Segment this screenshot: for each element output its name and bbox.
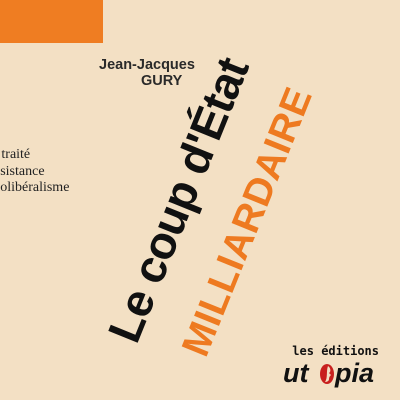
author-last-name: GURY xyxy=(141,73,183,89)
subtitle-line-1: t traité xyxy=(0,147,31,162)
book-cover: Jean-Jacques GURY t traité ésistance éol… xyxy=(0,0,400,400)
publisher-wordmark: ut pia xyxy=(283,359,379,389)
orange-accent-block xyxy=(0,0,103,43)
publisher-wordmark-right: pia xyxy=(335,358,375,388)
red-face-profile-icon xyxy=(320,364,334,384)
author-name: Jean-Jacques GURY xyxy=(99,57,195,89)
subtitle-line-2: ésistance xyxy=(0,163,45,179)
publisher-label: les éditions xyxy=(292,344,379,358)
subtitle-block: t traité ésistance éolibéralisme xyxy=(0,147,69,197)
subtitle-line-3: éolibéralisme xyxy=(0,180,70,195)
publisher-wordmark-left: ut xyxy=(283,358,309,388)
publisher-logo: les éditions ut pia xyxy=(283,345,379,390)
author-first-name: Jean-Jacques xyxy=(99,57,195,73)
